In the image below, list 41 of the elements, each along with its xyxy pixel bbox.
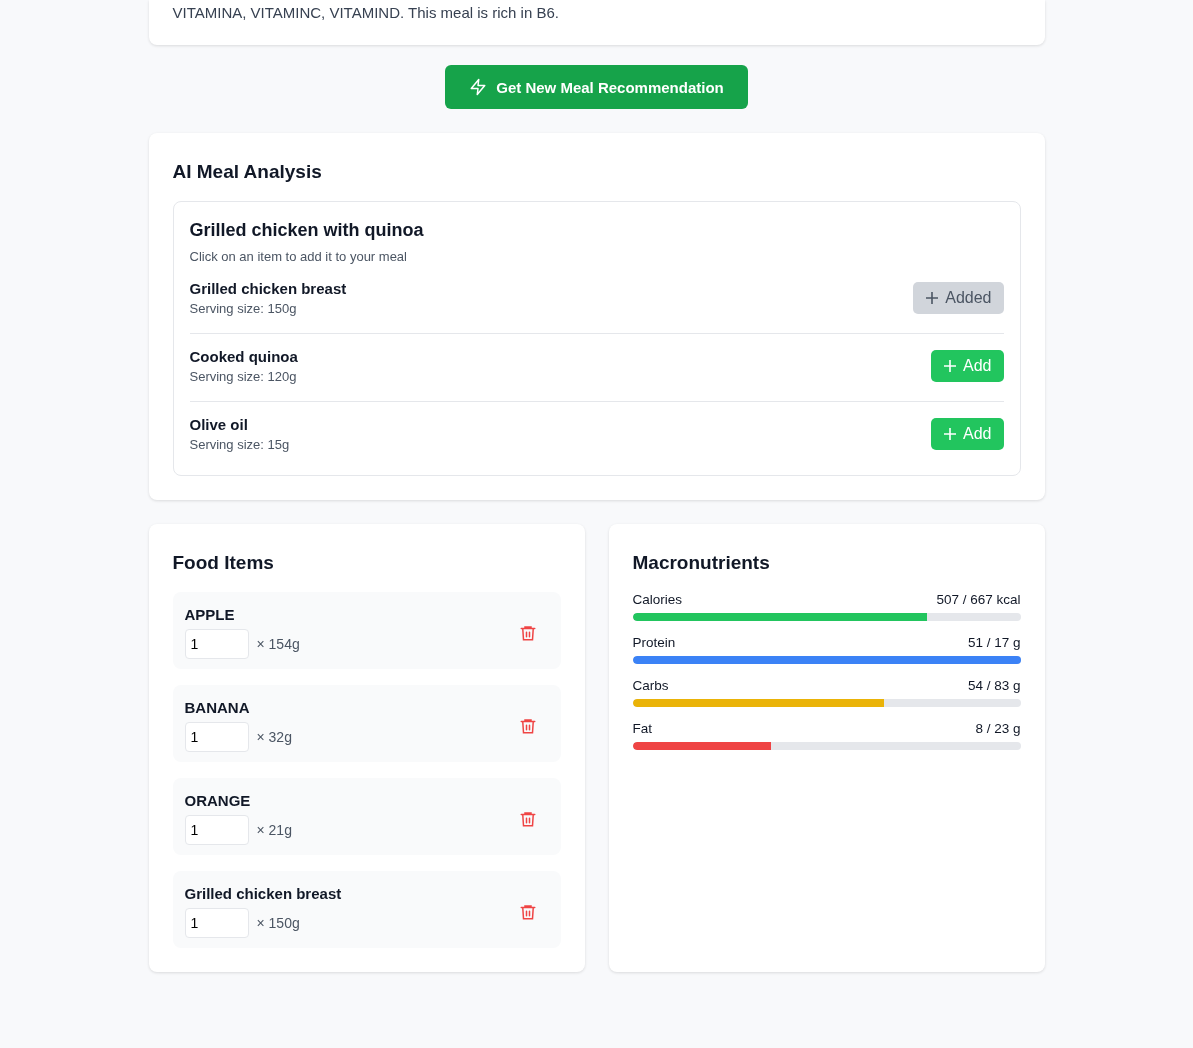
add-button[interactable]: Added <box>913 282 1004 314</box>
delete-icon[interactable] <box>518 623 537 642</box>
card-title: Food Items <box>172 552 275 574</box>
card-title: AI Meal Analysis <box>172 161 323 183</box>
quantity-input[interactable]: 1 <box>184 629 249 659</box>
macro-reading: 54 / 83 g <box>967 678 1021 693</box>
food-name: APPLE <box>184 606 236 623</box>
macro-label: Carbs <box>632 678 669 693</box>
macro-reading: 51 / 17 g <box>967 635 1021 650</box>
weight-text: × 154g <box>256 636 300 652</box>
quantity-input[interactable]: 1 <box>184 908 249 938</box>
food-name: Cooked quinoa <box>189 348 298 365</box>
weight-text: × 150g <box>256 915 300 931</box>
macro-reading: 507 / 667 kcal <box>936 592 1021 607</box>
plus-icon <box>925 291 940 305</box>
plus-icon <box>943 427 958 441</box>
weight-text: × 32g <box>256 729 292 745</box>
macro-label: Calories <box>632 592 683 607</box>
summary-text: VITAMINA, VITAMINC, VITAMIND. This meal is rich in B6. <box>172 4 560 21</box>
macro-label: Fat <box>632 721 652 736</box>
quantity-input[interactable]: 1 <box>184 722 249 752</box>
serving-size: Serving size: 150g <box>189 301 298 316</box>
plus-icon <box>943 359 958 373</box>
food-name: Olive oil <box>189 416 249 433</box>
food-name: BANANA <box>184 699 251 716</box>
delete-icon[interactable] <box>518 716 537 735</box>
delete-icon[interactable] <box>518 902 537 921</box>
macro-label: Protein <box>632 635 676 650</box>
serving-size: Serving size: 15g <box>189 437 290 452</box>
hint-text: Click on an item to add it to your meal <box>189 249 408 264</box>
card-title: Macronutrients <box>632 552 771 574</box>
macro-reading: 8 / 23 g <box>975 721 1021 736</box>
weight-text: × 21g <box>256 822 292 838</box>
quantity-input[interactable]: 1 <box>184 815 249 845</box>
serving-size: Serving size: 120g <box>189 369 298 384</box>
meal-name: Grilled chicken with quinoa <box>189 220 425 241</box>
lightning-icon <box>469 78 488 96</box>
delete-icon[interactable] <box>518 809 537 828</box>
food-name: ORANGE <box>184 792 252 809</box>
food-name: Grilled chicken breast <box>189 280 347 297</box>
food-name: Grilled chicken breast <box>184 885 342 902</box>
